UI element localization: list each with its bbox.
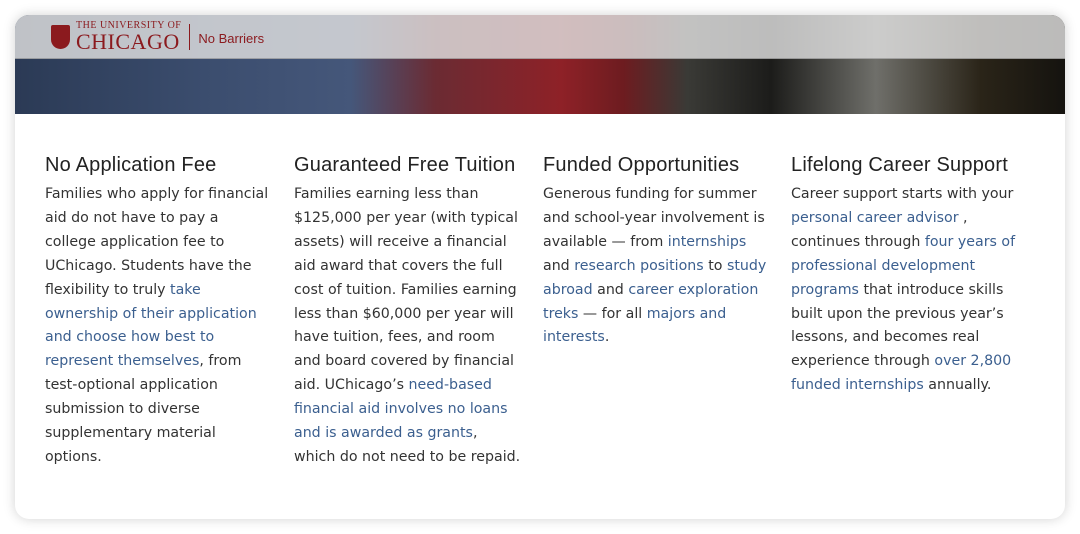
text-segment: Families earning less than $125,000 per …: [294, 186, 518, 394]
logo-main-text: CHICAGO: [76, 29, 180, 54]
text-segment: , from test-optional application submiss…: [45, 353, 242, 465]
text-segment: annually.: [923, 377, 992, 394]
text-segment: Career support starts with your: [791, 186, 1014, 202]
feature-column: Guaranteed Free Tuition Families earning …: [294, 154, 522, 470]
feature-column: No Application Fee Families who apply for…: [45, 154, 273, 470]
feature-description: Career support starts with your personal…: [791, 183, 1019, 398]
site-header: THE UNIVERSITY OF CHICAGO No Barriers: [15, 15, 1065, 59]
text-segment: and: [592, 281, 629, 298]
feature-description: Generous funding for summer and school-y…: [543, 183, 771, 350]
text-segment: and: [543, 257, 575, 274]
shield-icon: [51, 25, 70, 49]
feature-link[interactable]: research positions: [574, 258, 703, 274]
feature-column: Funded Opportunities Generous funding for…: [543, 154, 771, 350]
text-segment: Families who apply for financial aid do …: [45, 186, 269, 298]
tagline: No Barriers: [198, 30, 265, 46]
content-card: THE UNIVERSITY OF CHICAGO No Barriers No…: [15, 15, 1065, 519]
text-segment: to: [703, 257, 727, 274]
university-logo[interactable]: THE UNIVERSITY OF CHICAGO No Barriers: [51, 21, 264, 53]
feature-link[interactable]: internships: [668, 234, 747, 250]
feature-column: Lifelong Career Support Career support st…: [791, 154, 1019, 398]
feature-title: No Application Fee: [45, 154, 217, 176]
feature-link[interactable]: personal career advisor: [791, 210, 959, 226]
text-segment: — for all: [578, 305, 647, 322]
feature-description: Families earning less than $125,000 per …: [294, 183, 522, 470]
feature-title: Guaranteed Free Tuition: [294, 154, 516, 176]
logo-divider: [189, 24, 191, 50]
feature-title: Funded Opportunities: [543, 154, 740, 176]
text-segment: .: [604, 329, 610, 346]
feature-title: Lifelong Career Support: [791, 154, 1008, 176]
feature-description: Families who apply for financial aid do …: [45, 183, 273, 470]
